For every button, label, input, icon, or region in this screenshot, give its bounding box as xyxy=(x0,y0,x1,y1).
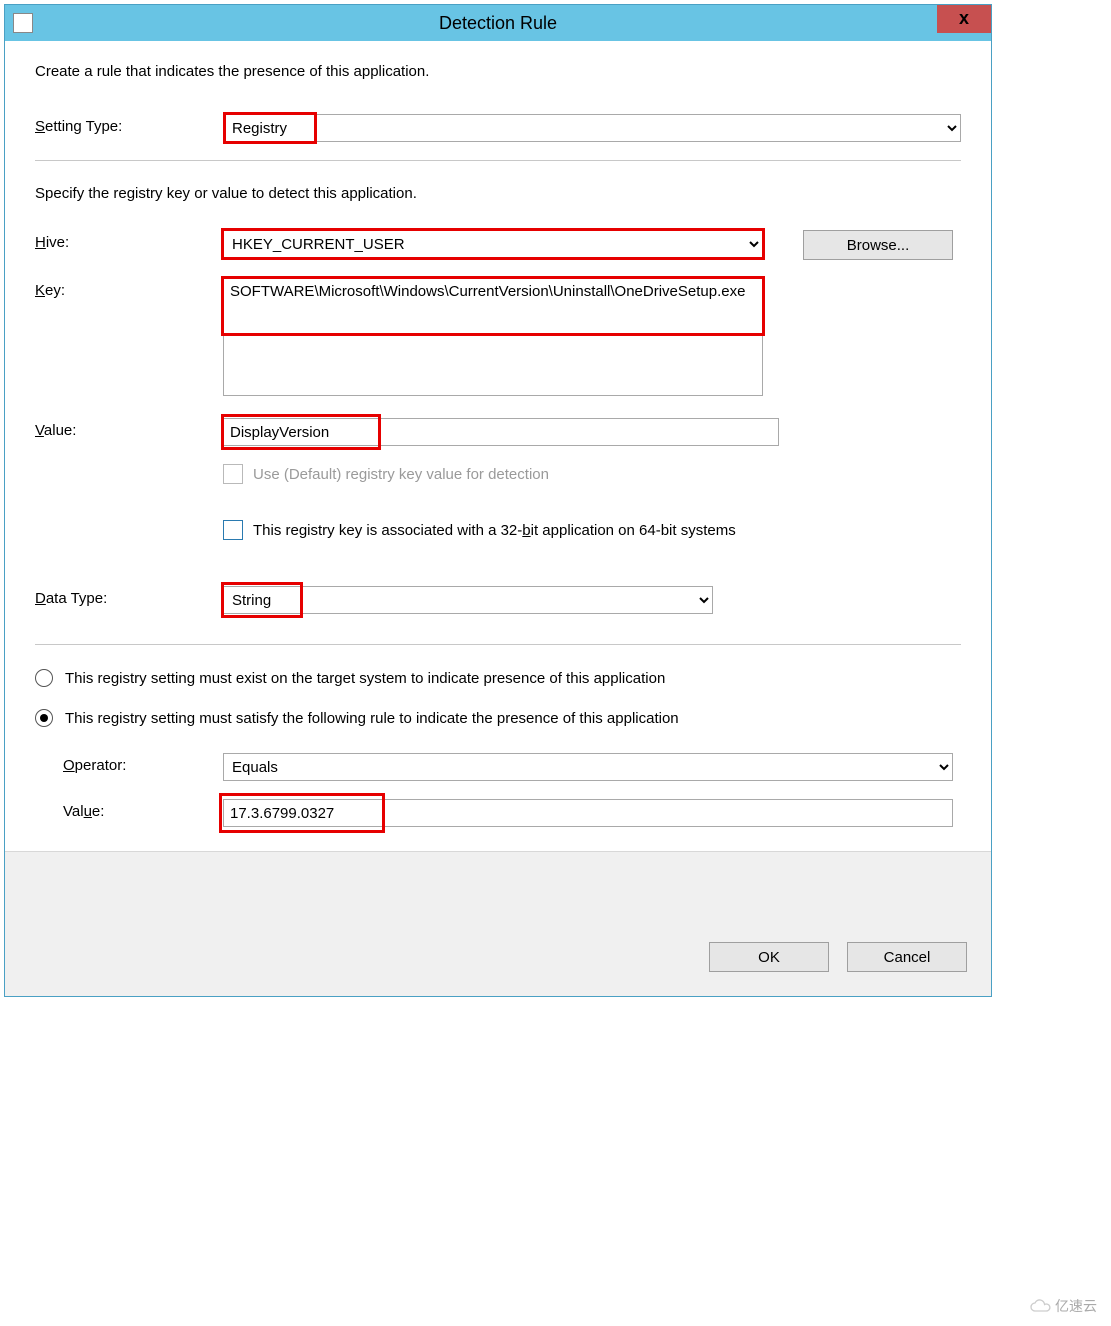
window-title: Detection Rule xyxy=(5,13,991,34)
data-type-select[interactable]: String xyxy=(223,586,713,614)
key-label: Key: xyxy=(35,278,223,299)
registry-specify-text: Specify the registry key or value to det… xyxy=(35,185,961,202)
key-textarea[interactable]: SOFTWARE\Microsoft\Windows\CurrentVersio… xyxy=(223,278,763,396)
use-default-label: Use (Default) registry key value for det… xyxy=(253,466,549,483)
cloud-icon xyxy=(1029,1299,1051,1313)
ok-button[interactable]: OK xyxy=(709,942,829,972)
setting-type-select[interactable]: Registry xyxy=(223,114,961,142)
dialog-content: Create a rule that indicates the presenc… xyxy=(5,41,991,851)
radio-satisfy[interactable] xyxy=(35,709,53,727)
close-button[interactable]: x xyxy=(937,5,991,33)
assoc-32bit-checkbox[interactable] xyxy=(223,520,243,540)
use-default-checkbox xyxy=(223,464,243,484)
hive-select[interactable]: HKEY_CURRENT_USER xyxy=(223,230,763,258)
radio-exist-label: This registry setting must exist on the … xyxy=(65,670,665,687)
operator-select[interactable]: Equals xyxy=(223,753,953,781)
value-label: Value: xyxy=(35,418,223,439)
titlebar: Detection Rule x xyxy=(5,5,991,41)
operator-label: Operator: xyxy=(63,753,223,774)
cancel-button[interactable]: Cancel xyxy=(847,942,967,972)
dialog-footer: OK Cancel xyxy=(5,851,991,996)
rule-value-label: Value: xyxy=(63,799,223,820)
setting-type-label: Setting Type: xyxy=(35,114,223,135)
divider-2 xyxy=(35,644,961,645)
assoc-32bit-label: This registry key is associated with a 3… xyxy=(253,522,736,539)
watermark: 亿速云 xyxy=(1023,1294,1103,1318)
intro-text: Create a rule that indicates the presenc… xyxy=(35,63,961,80)
radio-exist[interactable] xyxy=(35,669,53,687)
rule-value-input[interactable] xyxy=(223,799,953,827)
value-input[interactable] xyxy=(223,418,779,446)
detection-rule-dialog: Detection Rule x Create a rule that indi… xyxy=(4,4,992,997)
radio-exist-row[interactable]: This registry setting must exist on the … xyxy=(35,669,961,687)
divider-1 xyxy=(35,160,961,161)
radio-satisfy-label: This registry setting must satisfy the f… xyxy=(65,710,679,727)
data-type-label: Data Type: xyxy=(35,586,223,607)
hive-label: Hive: xyxy=(35,230,223,251)
radio-satisfy-row[interactable]: This registry setting must satisfy the f… xyxy=(35,709,961,727)
browse-button[interactable]: Browse... xyxy=(803,230,953,260)
